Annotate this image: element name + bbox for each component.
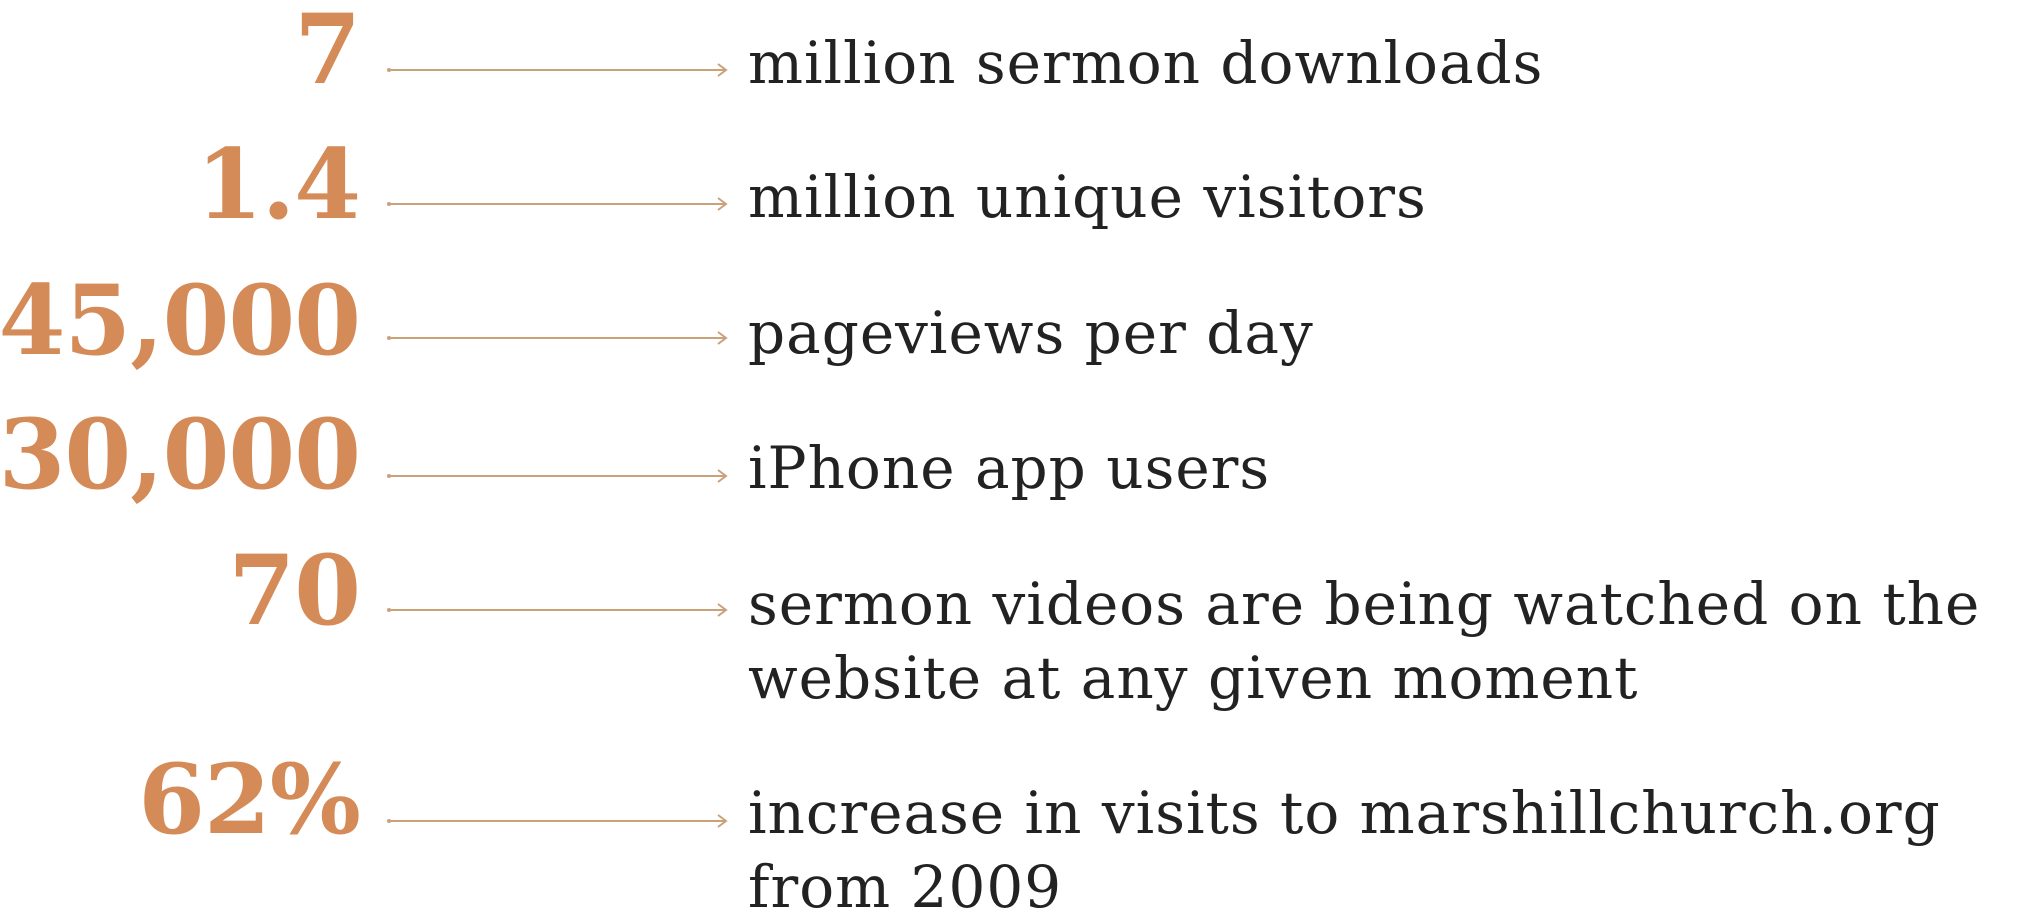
stats-list: 7 million sermon downloads 1.4 million u… — [0, 0, 2027, 922]
stat-label-line: increase in visits to marshillchurch.org — [748, 779, 1941, 847]
stat-label-line: pageviews per day — [748, 299, 1314, 367]
stat-number: 62% — [138, 743, 361, 856]
arrow-right-icon — [387, 603, 728, 617]
stat-number: 30,000 — [0, 398, 361, 511]
stat-label: million sermon downloads — [748, 26, 1543, 100]
stat-label: pageviews per day — [748, 296, 1314, 370]
stat-number: 45,000 — [0, 264, 361, 377]
arrow-right-icon — [387, 814, 728, 828]
stat-number: 70 — [228, 534, 361, 647]
stat-label-line: from 2009 — [748, 853, 1063, 921]
arrow-right-icon — [387, 331, 728, 345]
stat-label-line: iPhone app users — [748, 434, 1271, 502]
stat-label: sermon videos are being watched on the w… — [748, 567, 1980, 715]
stat-label-line: million sermon downloads — [748, 29, 1544, 97]
stat-label: iPhone app users — [748, 431, 1270, 505]
stat-label-line: website at any given moment — [748, 644, 1639, 712]
arrow-right-icon — [387, 63, 728, 77]
arrow-right-icon — [387, 469, 728, 483]
stat-number: 1.4 — [195, 128, 361, 241]
stat-number: 7 — [294, 0, 361, 106]
stat-label: million unique visitors — [748, 160, 1427, 234]
arrow-right-icon — [387, 197, 728, 211]
stat-label-line: sermon videos are being watched on the — [748, 570, 1981, 638]
stat-label-line: million unique visitors — [748, 163, 1427, 231]
